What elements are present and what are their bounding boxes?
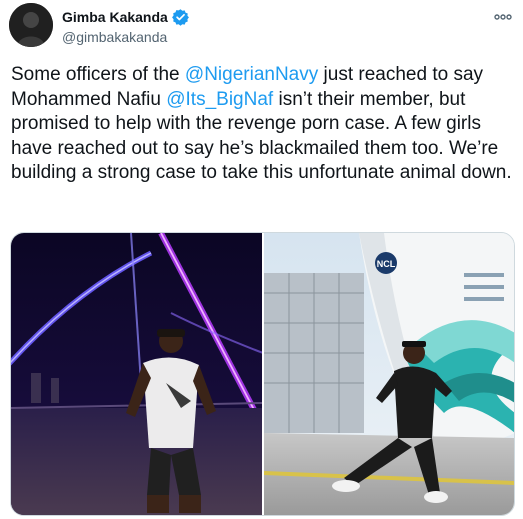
mention-link[interactable]: @NigerianNavy xyxy=(185,64,318,85)
tweet-text-part: Some officers of the xyxy=(11,64,185,85)
more-options-icon[interactable] xyxy=(493,10,513,22)
mention-link[interactable]: @Its_BigNaf xyxy=(166,89,273,110)
handle[interactable]: @gimbakakanda xyxy=(62,29,189,45)
tweet-card[interactable]: Gimba Kakanda @gimbakakanda Some officer… xyxy=(0,0,523,519)
photo-night[interactable] xyxy=(11,233,262,515)
media-grid: NCL xyxy=(10,232,515,516)
avatar[interactable] xyxy=(9,3,53,47)
author-block: Gimba Kakanda @gimbakakanda xyxy=(62,8,189,45)
ship-logo-text: NCL xyxy=(376,259,395,269)
display-name[interactable]: Gimba Kakanda xyxy=(62,9,168,25)
verified-badge-icon xyxy=(171,8,189,26)
photo-ship[interactable]: NCL xyxy=(263,233,514,515)
tweet-text: Some officers of the @NigerianNavy just … xyxy=(11,63,516,186)
